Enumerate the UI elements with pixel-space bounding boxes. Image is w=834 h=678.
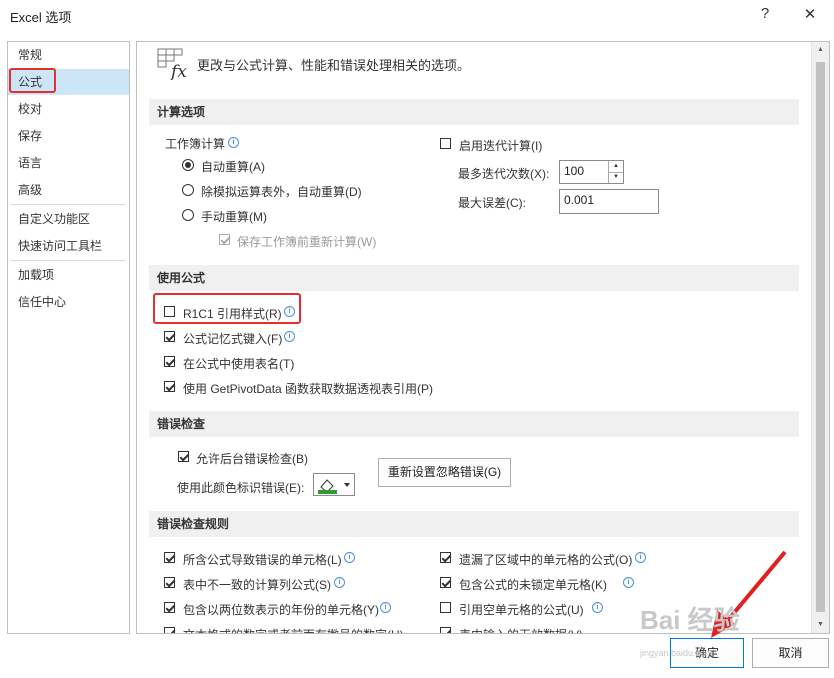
sidebar-divider (11, 204, 126, 205)
title-bar: Excel 选项 ? ✕ (0, 0, 834, 32)
info-icon: i (380, 602, 391, 613)
sidebar-item-trust-center[interactable]: 信任中心 (8, 289, 129, 315)
info-icon: i (635, 552, 646, 563)
fill-color-icon[interactable] (314, 474, 354, 495)
category-sidebar: 常规 公式 校对 保存 语言 高级 自定义功能区 快速访问工具栏 加载项 信任中… (7, 41, 130, 634)
background-error-checking-checkbox[interactable] (178, 451, 189, 462)
section-error-checking: 错误检查 (149, 411, 799, 437)
watermark: Bai 经验 (640, 605, 740, 635)
workbook-calculation-label: 工作簿计算 (165, 137, 226, 151)
close-button[interactable]: ✕ (799, 5, 821, 25)
info-icon: i (592, 602, 603, 613)
rule-label[interactable]: 所含公式导致错误的单元格(L) (183, 551, 342, 568)
help-button[interactable]: ? (754, 5, 776, 25)
recalc-before-save-checkbox (219, 234, 230, 245)
max-iterations-value[interactable]: 100 (564, 164, 584, 178)
max-iterations-spinner[interactable]: 100 ▲ ▼ (559, 160, 624, 184)
radio-manual[interactable] (182, 209, 194, 221)
scroll-up-icon[interactable]: ▲ (812, 42, 829, 58)
sidebar-item-advanced[interactable]: 高级 (8, 177, 129, 203)
rule-checkbox[interactable] (164, 552, 175, 563)
spin-down-icon[interactable]: ▼ (609, 172, 623, 183)
error-color-picker[interactable] (313, 473, 355, 496)
max-change-field[interactable]: 0.001 (559, 189, 659, 214)
options-content-panel: fx 更改与公式计算、性能和错误处理相关的选项。 计算选项 工作簿计算 i 自动… (136, 41, 830, 634)
formula-autocomplete-label[interactable]: 公式记忆式键入(F) (183, 330, 282, 347)
rule-label[interactable]: 文本格式的数字或者前面有撇号的数字(H) (183, 626, 404, 633)
sidebar-item-proofing[interactable]: 校对 (8, 96, 129, 122)
rule-checkbox[interactable] (440, 577, 451, 588)
info-icon: i (344, 552, 355, 563)
svg-text:fx: fx (169, 62, 187, 80)
formula-options-icon: fx (157, 48, 187, 80)
rule-checkbox[interactable] (440, 627, 451, 633)
page-description: 更改与公式计算、性能和错误处理相关的选项。 (197, 58, 471, 73)
info-icon: i (284, 331, 295, 342)
rule-checkbox[interactable] (164, 602, 175, 613)
sidebar-item-language[interactable]: 语言 (8, 150, 129, 176)
dialog-footer: 确定 取消 (0, 638, 834, 678)
content-scrollbar[interactable]: ▲ ▼ (811, 42, 829, 633)
getpivotdata-label[interactable]: 使用 GetPivotData 函数获取数据透视表引用(P) (183, 380, 433, 397)
rule-checkbox[interactable] (164, 627, 175, 633)
sidebar-item-customize-ribbon[interactable]: 自定义功能区 (8, 206, 129, 232)
recalc-before-save-label: 保存工作簿前重新计算(W) (237, 235, 377, 249)
rule-label[interactable]: 包含公式的未锁定单元格(K) (459, 576, 607, 593)
highlight-annotation-r1c1 (153, 293, 301, 324)
max-iterations-label: 最多迭代次数(X): (458, 167, 550, 181)
sidebar-item-save[interactable]: 保存 (8, 123, 129, 149)
getpivotdata-checkbox[interactable] (164, 381, 175, 392)
background-error-checking-label[interactable]: 允许后台错误检查(B) (196, 450, 308, 467)
highlight-annotation-formulas (9, 68, 56, 93)
radio-automatic-label[interactable]: 自动重算(A) (201, 158, 265, 175)
radio-auto-except-tables-label[interactable]: 除模拟运算表外，自动重算(D) (201, 183, 362, 200)
info-icon: i (334, 577, 345, 588)
window-title: Excel 选项 (10, 10, 72, 25)
watermark-url: jingyan.baidu.com (640, 648, 713, 658)
iterative-calc-label[interactable]: 启用迭代计算(I) (459, 137, 542, 154)
info-icon: i (623, 577, 634, 588)
reset-ignored-errors-button[interactable]: 重新设置忽略错误(G) (378, 458, 511, 487)
iterative-calc-checkbox[interactable] (440, 138, 451, 149)
table-names-checkbox[interactable] (164, 356, 175, 367)
radio-auto-except-tables[interactable] (182, 184, 194, 196)
section-calculation-options: 计算选项 (149, 99, 799, 125)
info-icon: i (228, 137, 239, 148)
sidebar-item-general[interactable]: 常规 (8, 42, 129, 68)
formula-autocomplete-checkbox[interactable] (164, 331, 175, 342)
table-names-label[interactable]: 在公式中使用表名(T) (183, 355, 294, 372)
sidebar-divider (11, 260, 126, 261)
rule-label[interactable]: 遗漏了区域中的单元格的公式(O) (459, 551, 632, 568)
rule-checkbox[interactable] (164, 577, 175, 588)
rule-label[interactable]: 表中输入的无效数据(V) (459, 626, 583, 633)
radio-automatic[interactable] (182, 159, 194, 171)
rule-label[interactable]: 引用空单元格的公式(U) (459, 601, 584, 618)
cancel-button[interactable]: 取消 (752, 638, 829, 668)
section-error-checking-rules: 错误检查规则 (149, 511, 799, 537)
scroll-down-icon[interactable]: ▼ (812, 617, 829, 633)
max-change-value[interactable]: 0.001 (564, 193, 594, 207)
sidebar-item-quick-access-toolbar[interactable]: 快速访问工具栏 (8, 233, 129, 259)
rule-label[interactable]: 表中不一致的计算列公式(S) (183, 576, 331, 593)
radio-manual-label[interactable]: 手动重算(M) (201, 208, 267, 225)
max-change-label: 最大误差(C): (458, 196, 526, 210)
error-color-label: 使用此颜色标识错误(E): (177, 481, 305, 495)
rule-checkbox[interactable] (440, 552, 451, 563)
rule-label[interactable]: 包含以两位数表示的年份的单元格(Y) (183, 601, 379, 618)
scroll-thumb[interactable] (816, 62, 825, 612)
spinner-buttons[interactable]: ▲ ▼ (608, 161, 623, 183)
rule-checkbox[interactable] (440, 602, 451, 613)
section-working-with-formulas: 使用公式 (149, 265, 799, 291)
sidebar-item-add-ins[interactable]: 加载项 (8, 262, 129, 288)
